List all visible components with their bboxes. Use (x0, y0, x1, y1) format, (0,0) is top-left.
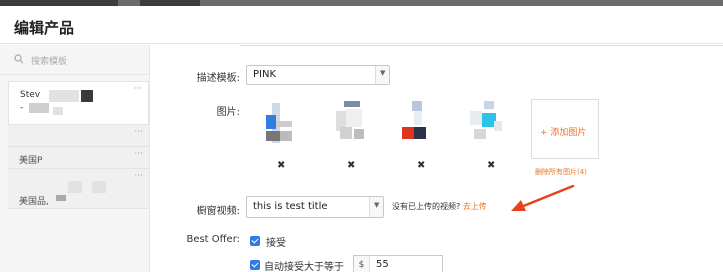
redacted-block (81, 90, 93, 102)
video-note: 没有已上传的视频? 去上传 (392, 201, 487, 212)
best-offer-label: Best Offer: (186, 234, 240, 245)
redacted-block (92, 181, 106, 193)
edit-product-modal: 编辑产品 搜索模板 ··· Stev - ··· ··· 美国P ··· 美国品… (0, 6, 723, 272)
redacted-block (68, 181, 82, 193)
template-field-label: 描述模板: (196, 73, 240, 84)
redacted-block (53, 107, 63, 115)
close-icon[interactable]: ✖ (347, 160, 355, 171)
modal-title: 编辑产品 (14, 19, 75, 37)
template-item-label: 美国品, (19, 197, 49, 207)
video-field-label: 橱窗视频: (196, 206, 240, 217)
redacted-block (49, 90, 79, 102)
video-select[interactable]: this is test title ▼ (246, 196, 384, 218)
template-select[interactable]: PINK ▼ (246, 65, 390, 85)
close-icon[interactable]: ✖ (417, 160, 425, 171)
close-icon[interactable]: ✖ (487, 160, 495, 171)
accept-label: 接受 (266, 238, 286, 249)
delete-all-images-link[interactable]: 删除所有图片(4) (535, 167, 587, 177)
video-upload-link[interactable]: 去上传 (463, 202, 487, 211)
video-select-value: this is test title (253, 201, 328, 212)
product-form: 描述模板: PINK ▼ 图片: ✖ ✖ ✖ ✖ + 添加图片 删除所有图片(4… (150, 45, 723, 272)
auto-accept-price-input[interactable]: $ 55 (353, 255, 443, 272)
add-image-button[interactable]: + 添加图片 (531, 99, 599, 159)
product-image-thumb[interactable] (470, 101, 502, 141)
redacted-block (29, 103, 49, 113)
redacted-block (56, 195, 66, 201)
price-value: 55 (376, 259, 389, 270)
template-search[interactable]: 搜索模板 (0, 45, 149, 75)
close-icon[interactable]: ✖ (277, 160, 285, 171)
product-image-thumb[interactable] (266, 103, 298, 143)
auto-accept-checkbox[interactable] (250, 260, 260, 270)
divider (240, 45, 723, 46)
more-dots-icon[interactable]: ··· (133, 84, 142, 94)
annotation-arrow-icon (511, 184, 575, 211)
search-placeholder: 搜索模板 (31, 57, 68, 67)
product-image-thumb[interactable] (400, 101, 432, 141)
template-item[interactable]: ··· 美国品, (8, 169, 149, 209)
video-note-text: 没有已上传的视频? (392, 202, 461, 211)
modal-header: 编辑产品 (0, 6, 723, 44)
template-select-value: PINK (253, 69, 277, 80)
more-dots-icon[interactable]: ··· (134, 171, 143, 181)
template-item[interactable]: ··· 美国P (8, 147, 149, 169)
chevron-down-icon: ▼ (375, 66, 389, 84)
images-field-label: 图片: (216, 107, 240, 118)
template-sidebar: 搜索模板 ··· Stev - ··· ··· 美国P ··· 美国品, (0, 45, 150, 272)
add-image-label: + 添加图片 (540, 128, 587, 138)
template-item[interactable]: ··· Stev - (8, 81, 149, 125)
more-dots-icon[interactable]: ··· (134, 127, 143, 137)
template-item-label: 美国P (19, 156, 43, 166)
template-item[interactable]: ··· (8, 125, 149, 147)
accept-checkbox[interactable] (250, 236, 260, 246)
template-item-label: Stev (20, 90, 41, 100)
more-dots-icon[interactable]: ··· (134, 149, 143, 159)
chevron-down-icon: ▼ (369, 197, 383, 217)
product-image-thumb[interactable] (336, 101, 368, 141)
currency-symbol: $ (354, 256, 370, 272)
search-icon (14, 54, 24, 64)
auto-accept-label: 自动接受大于等于 (264, 262, 344, 272)
template-item-sublabel: - (20, 103, 24, 113)
